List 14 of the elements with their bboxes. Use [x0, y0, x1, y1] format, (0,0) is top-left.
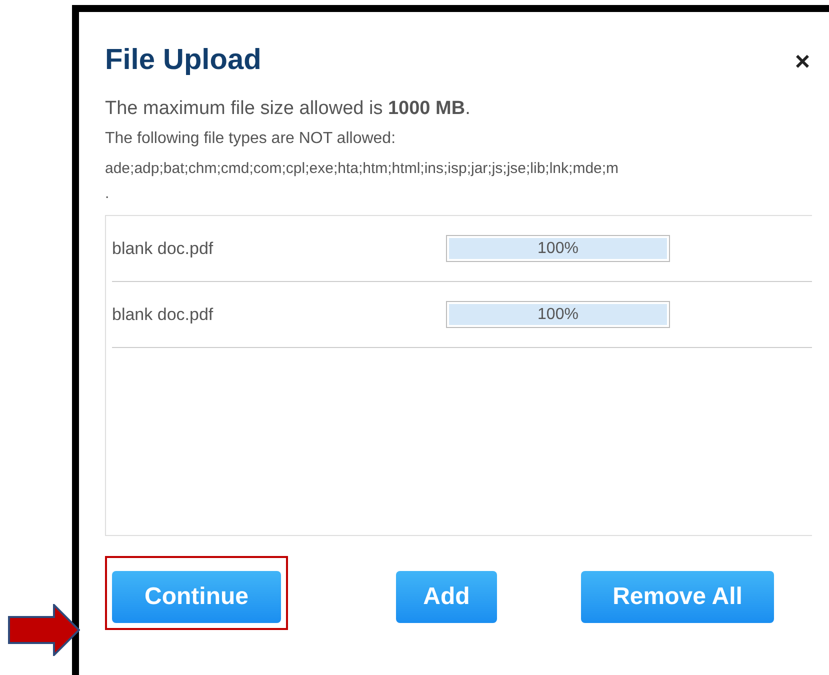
file-name: blank doc.pdf [112, 238, 214, 260]
dialog-title: File Upload [105, 46, 262, 75]
progress-reading: 100% [536, 238, 580, 258]
action-button[interactable]: Add [396, 571, 497, 623]
file-name: blank doc.pdf [112, 304, 214, 326]
progress-reading: 100% [536, 304, 580, 324]
list-end-text: . [105, 186, 110, 201]
action-button[interactable]: Remove All [581, 571, 774, 623]
max-size-text: The maximum file size allowed is 1000 MB. [105, 99, 472, 118]
file-types-list: ade;adp;bat;chm;cmd;com;cpl;exe;hta;htm;html;ins;isp;jar;js;jse;lib;lnk;mde;m [105, 161, 812, 176]
types-label: The following file types are NOT allowed: [105, 131, 397, 147]
arrow-icon [8, 604, 80, 656]
close-button[interactable]: × [794, 48, 810, 74]
action-button[interactable]: Continue [112, 571, 281, 623]
